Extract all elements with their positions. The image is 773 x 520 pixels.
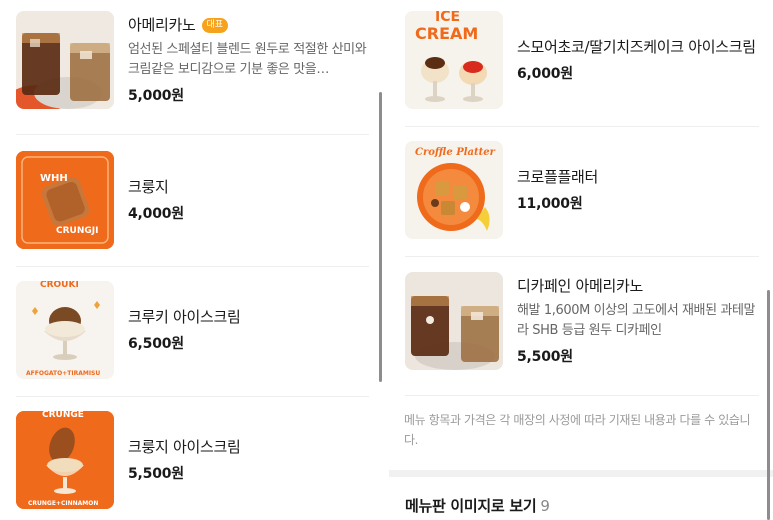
menu-item-americano[interactable]: 아메리카노 대표 엄선된 스페셜티 블렌드 원두로 적절한 산미와 크림같은 보… — [16, 11, 369, 109]
menu-item-icecream-combo[interactable]: ICE CREAM 스모어초코/딸기치즈케이크 아이스크림 6,000원 — [405, 11, 761, 109]
thumb-text: ICE — [435, 11, 460, 25]
menu-board-images-link[interactable]: 메뉴판 이미지로 보기 9 — [405, 495, 550, 516]
menu-item-thumbnail — [405, 272, 503, 370]
thumb-text: CRUNGE — [42, 411, 84, 420]
thumb-text: CROUKI — [40, 281, 79, 290]
thumb-text: CREAM — [415, 24, 478, 43]
menu-item-price: 5,000원 — [128, 88, 184, 104]
thumb-text: AFFOGATO+TIRAMISU — [26, 370, 100, 377]
menu-item-price: 4,000원 — [128, 206, 184, 222]
iced-coffee-image — [16, 11, 114, 109]
divider — [405, 126, 759, 127]
crungji-image: WHH CRUNGJI — [16, 151, 114, 249]
signature-badge: 대표 — [201, 18, 229, 33]
menu-item-thumbnail: CRUNGE CRUNGE+CINNAMON — [16, 411, 114, 509]
decaf-coffee-image — [405, 272, 503, 370]
crungji-icecream-image: CRUNGE CRUNGE+CINNAMON — [16, 411, 114, 509]
section-title-text: 메뉴판 이미지로 보기 — [405, 497, 537, 515]
thumb-text: Croffle Platter — [415, 147, 496, 158]
section-count: 9 — [540, 497, 550, 515]
menu-item-decaf-americano[interactable]: 디카페인 아메리카노 해발 1,600M 이상의 고도에서 재배된 과테말라 S… — [405, 272, 761, 370]
menu-item-thumbnail: Croffle Platter — [405, 141, 503, 239]
scrollbar[interactable] — [379, 92, 382, 382]
croffle-platter-image: Croffle Platter — [405, 141, 503, 239]
menu-item-crouki-icecream[interactable]: CROUKI AFFOGATO+TIRAMISU 크루키 아이스크림 6,500… — [16, 281, 369, 379]
thumb-text: WHH — [40, 173, 68, 184]
thumb-text: CRUNGJI — [56, 226, 98, 236]
crouki-icecream-image: CROUKI AFFOGATO+TIRAMISU — [16, 281, 114, 379]
menu-list-right: ICE CREAM 스모어초코/딸기치즈케이크 아이스크림 6,000원 Cro… — [389, 0, 773, 520]
section-separator — [389, 470, 773, 477]
menu-item-name: 스모어초코/딸기치즈케이크 아이스크림 — [517, 38, 756, 56]
menu-item-price: 5,500원 — [128, 466, 184, 482]
icecream-image: ICE CREAM — [405, 11, 503, 109]
menu-item-croffle-platter[interactable]: Croffle Platter 크로플플래터 11,000원 — [405, 141, 761, 239]
divider — [16, 396, 369, 397]
thumb-text: CRUNGE+CINNAMON — [28, 500, 98, 507]
menu-item-thumbnail: WHH CRUNGJI — [16, 151, 114, 249]
menu-item-description: 해발 1,600M 이상의 고도에서 재배된 과테말라 SHB 등급 원두 디카… — [517, 303, 756, 338]
menu-item-name: 디카페인 아메리카노 — [517, 277, 643, 295]
divider — [405, 256, 759, 257]
menu-item-thumbnail: CROUKI AFFOGATO+TIRAMISU — [16, 281, 114, 379]
scrollbar[interactable] — [767, 290, 770, 520]
menu-item-price: 6,000원 — [517, 66, 573, 82]
menu-list-left: 아메리카노 대표 엄선된 스페셜티 블렌드 원두로 적절한 산미와 크림같은 보… — [0, 0, 383, 520]
menu-item-thumbnail — [16, 11, 114, 109]
divider — [16, 266, 369, 267]
menu-item-name: 크룽지 — [128, 178, 169, 196]
menu-item-price: 11,000원 — [517, 196, 583, 212]
divider — [16, 134, 369, 135]
menu-item-name: 크로플플래터 — [517, 168, 599, 186]
menu-item-crungji[interactable]: WHH CRUNGJI 크룽지 4,000원 — [16, 151, 369, 249]
menu-item-price: 5,500원 — [517, 349, 573, 365]
menu-item-thumbnail: ICE CREAM — [405, 11, 503, 109]
menu-price-notice: 메뉴 항목과 가격은 각 매장의 사정에 따라 기재된 내용과 다를 수 있습니… — [404, 413, 751, 447]
divider — [405, 395, 759, 396]
menu-item-price: 6,500원 — [128, 336, 184, 352]
menu-item-name: 크룽지 아이스크림 — [128, 438, 241, 456]
menu-item-description: 엄선된 스페셜티 블렌드 원두로 적절한 산미와 크림같은 보디감으로 기분 좋… — [128, 42, 367, 77]
menu-item-name: 아메리카노 — [128, 16, 196, 34]
menu-item-crungji-icecream[interactable]: CRUNGE CRUNGE+CINNAMON 크룽지 아이스크림 5,500원 — [16, 411, 369, 509]
menu-item-name: 크루키 아이스크림 — [128, 308, 241, 326]
